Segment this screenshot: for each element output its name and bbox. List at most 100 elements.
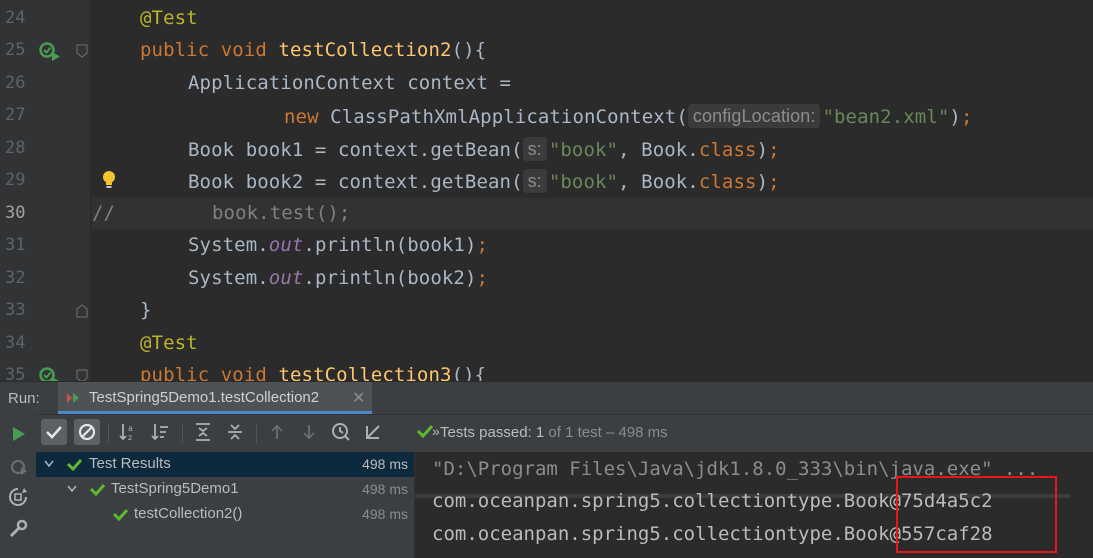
import-tests-button[interactable] — [360, 419, 386, 445]
sort-by-duration-button[interactable] — [148, 419, 174, 445]
code-line[interactable]: System.out.println(book1); — [92, 230, 1093, 262]
pass-check-icon — [112, 509, 129, 521]
parameter-hint: s: — [522, 137, 547, 161]
tree-node-test-results[interactable]: Test Results 498 ms — [36, 452, 414, 477]
tree-node-label: TestSpring5Demo1 — [111, 480, 239, 497]
parameter-hint: s: — [522, 169, 547, 193]
tab-close-icon[interactable]: ✕ — [352, 388, 365, 408]
expand-all-icon — [196, 423, 210, 441]
line-number: 25 — [5, 40, 26, 60]
code-line[interactable]: new ClassPathXmlApplicationContext(confi… — [92, 100, 1093, 132]
line-number: 28 — [5, 138, 26, 158]
parameter-hint: configLocation: — [687, 104, 821, 128]
expand-all-button[interactable] — [190, 419, 216, 445]
tree-node-test-method[interactable]: testCollection2() 498 ms — [36, 502, 414, 527]
show-ignored-button[interactable] — [74, 419, 100, 445]
code-line[interactable]: Book book1 = context.getBean(s: "book", B… — [92, 133, 1093, 165]
duration: 498 ms — [362, 506, 408, 522]
rerun-icon[interactable] — [7, 423, 29, 445]
test-history-button[interactable] — [328, 419, 354, 445]
string-literal: "book" — [548, 171, 619, 193]
test-status: Tests passed: 1 of 1 test – 498 ms — [416, 424, 668, 441]
rerun-failed-icon[interactable] — [7, 456, 29, 478]
settings-wrench-icon[interactable] — [7, 518, 29, 540]
code-text: Book book1 = context.getBean( — [188, 139, 523, 161]
pass-check-icon — [416, 424, 434, 438]
line-number: 26 — [5, 73, 26, 93]
import-tests-icon — [366, 425, 380, 439]
line-number: 33 — [5, 300, 26, 320]
svg-text:z: z — [128, 433, 132, 442]
run-tab[interactable]: TestSpring5Demo1.testCollection2 ✕ — [58, 382, 372, 414]
tree-node-label: Test Results — [89, 455, 171, 472]
annotation: @Test — [140, 332, 198, 354]
test-config-icon — [67, 393, 79, 403]
run-label: Run: — [8, 390, 40, 407]
method-name: testCollection2 — [278, 39, 452, 61]
code-editor[interactable]: 24 25 26 27 28 29 30 31 32 33 34 35 @Tes… — [0, 0, 1093, 381]
keyword: public void — [140, 364, 279, 381]
code-text: , Book. — [618, 139, 699, 161]
semicolon: ; — [768, 171, 780, 193]
tree-node-test-class[interactable]: TestSpring5Demo1 498 ms — [36, 477, 414, 502]
keyword: class — [698, 171, 757, 193]
annotation-highlight-box — [896, 476, 1057, 553]
run-side-toolbar — [0, 414, 35, 558]
pass-check-icon — [66, 459, 83, 471]
keyword: class — [698, 139, 757, 161]
sort-alphabetically-button[interactable]: az — [116, 419, 142, 445]
keyword: new — [284, 106, 331, 128]
previous-failed-button[interactable] — [264, 419, 290, 445]
code-line[interactable]: @Test — [92, 3, 1093, 35]
code-line[interactable]: System.out.println(book2); — [92, 263, 1093, 295]
code-text: System. — [188, 234, 269, 256]
chevron-down-icon[interactable] — [44, 460, 54, 468]
code-line[interactable]: public void testCollection3(){ — [92, 360, 1093, 381]
string-literal: "bean2.xml" — [822, 106, 950, 128]
pass-check-icon — [89, 484, 106, 496]
editor-gutter: 24 25 26 27 28 29 30 31 32 33 34 35 — [0, 0, 115, 381]
code-line[interactable]: public void testCollection2(){ — [92, 35, 1093, 67]
show-ignored-icon — [78, 423, 96, 441]
run-tab-label: TestSpring5Demo1.testCollection2 — [89, 389, 320, 406]
code-line[interactable]: @Test — [92, 328, 1093, 360]
commented-code: book.test(); — [212, 202, 351, 224]
code-text: ) — [756, 139, 769, 161]
code-text: , Book. — [618, 171, 699, 193]
duration: 498 ms — [362, 456, 408, 472]
line-number: 31 — [5, 235, 26, 255]
code-text: System. — [188, 267, 269, 289]
fold-icon[interactable] — [76, 369, 88, 381]
code-text: .println(book2) — [303, 267, 477, 289]
toolbar-separator — [256, 423, 257, 443]
tree-node-label: testCollection2() — [134, 505, 243, 522]
code-text: (){ — [451, 364, 487, 381]
line-comment: // — [92, 202, 116, 224]
show-passed-button[interactable] — [41, 419, 67, 445]
run-test-gutter-icon[interactable] — [39, 366, 61, 381]
fold-icon[interactable] — [76, 44, 88, 58]
code-line-current[interactable]: // book.test(); — [92, 198, 1093, 230]
line-number: 35 — [5, 365, 26, 381]
toggle-auto-test-icon[interactable] — [7, 486, 29, 508]
collapse-all-button[interactable] — [222, 419, 248, 445]
code-line[interactable]: Book book2 = context.getBean(s: "book", B… — [92, 165, 1093, 197]
code-line[interactable]: ApplicationContext context = — [92, 68, 1093, 100]
run-tab-bar: Run: TestSpring5Demo1.testCollection2 ✕ — [0, 381, 1093, 415]
run-test-gutter-icon[interactable] — [39, 41, 61, 61]
next-failed-button[interactable] — [296, 419, 322, 445]
static-field: out — [268, 267, 304, 289]
code-text: } — [140, 299, 152, 321]
code-text: ) — [756, 171, 769, 193]
line-number: 32 — [5, 268, 26, 288]
code-text: (){ — [451, 39, 487, 61]
duration: 498 ms — [362, 481, 408, 497]
chevron-down-icon[interactable] — [67, 485, 77, 493]
test-results-tree[interactable]: Test Results 498 ms TestSpring5Demo1 498… — [36, 452, 415, 558]
code-line[interactable]: } — [92, 295, 1093, 327]
code-text: ApplicationContext context = — [188, 72, 512, 94]
code-text: ) — [949, 106, 961, 128]
code-text: ClassPathXmlApplicationContext( — [330, 106, 688, 128]
toolbar-separator — [108, 423, 109, 443]
fold-icon[interactable] — [76, 304, 88, 318]
